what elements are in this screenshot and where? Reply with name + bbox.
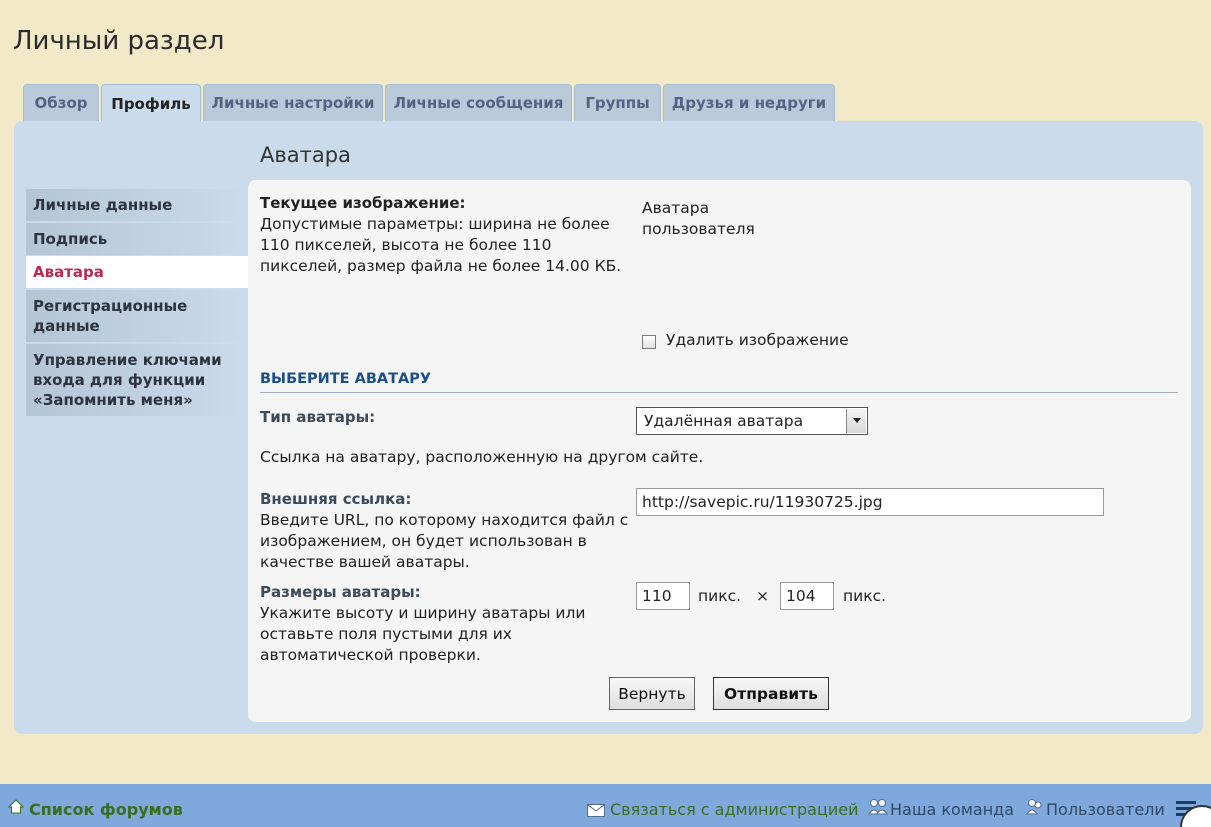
avatar-placeholder: Аватара пользователя (642, 199, 755, 238)
section-title: Аватара (260, 143, 351, 167)
submit-button[interactable]: Отправить (713, 677, 829, 710)
avatar-type-label: Тип аватары: (260, 408, 376, 426)
avatar-type-hint: Ссылка на аватару, расположенную на друг… (260, 448, 704, 466)
avatar-size-hint: Укажите высоту и ширину аватары или оста… (260, 604, 586, 664)
avatar-type-value: Удалённая аватара (644, 412, 804, 430)
height-unit-label: пикс. (843, 587, 887, 605)
section-divider (260, 392, 1178, 393)
external-url-hint: Введите URL, по которому находится файл … (260, 511, 629, 571)
sidebar-item-signature[interactable]: Подпись (26, 223, 248, 255)
chevron-down-icon[interactable] (846, 409, 866, 433)
reset-button[interactable]: Вернуть (609, 677, 695, 710)
users-icon (1025, 798, 1045, 820)
sidebar-item-avatar[interactable]: Аватара (26, 256, 248, 288)
team-link[interactable]: Наша команда (890, 800, 1014, 819)
footer-bar: Список форумов Связаться с администрацие… (0, 784, 1211, 827)
avatar-size-label: Размеры аватары: (260, 583, 421, 601)
sidebar-item-label: Регистрационные данные (33, 297, 188, 335)
current-image-hint: Допустимые параметры: ширина не более 11… (260, 215, 622, 275)
current-image-label: Текущее изображение: (260, 194, 466, 212)
external-url-input[interactable] (636, 488, 1104, 516)
times-sign: × (756, 587, 769, 605)
users-link[interactable]: Пользователи (1046, 800, 1165, 819)
sidebar-item-label: Подпись (33, 230, 108, 248)
sidebar-item-label: Управление ключами входа для функции «За… (33, 351, 222, 409)
choose-avatar-heading: ВЫБЕРИТЕ АВАТАРУ (260, 371, 432, 387)
delete-image-checkbox[interactable] (642, 335, 656, 349)
sidebar-item-label: Аватара (33, 263, 104, 281)
envelope-icon (587, 802, 605, 821)
tab-friends-foes[interactable]: Друзья и недруги (663, 84, 835, 121)
team-icon (868, 798, 888, 820)
sidebar-item-autologin-keys[interactable]: Управление ключами входа для функции «За… (26, 344, 248, 416)
avatar-type-select[interactable]: Удалённая аватара (636, 407, 868, 435)
page-title: Личный раздел (13, 26, 225, 56)
width-unit-label: пикс. (698, 587, 742, 605)
sidebar-item-label: Личные данные (33, 196, 173, 214)
delete-image-label[interactable]: Удалить изображение (666, 330, 849, 351)
tab-personal-settings[interactable]: Личные настройки (203, 84, 383, 121)
avatar-width-input[interactable] (636, 582, 690, 610)
tab-overview[interactable]: Обзор (23, 84, 99, 121)
tab-private-messages[interactable]: Личные сообщения (385, 84, 572, 121)
sidebar-item-registration[interactable]: Регистрационные данные (26, 290, 248, 342)
tab-groups[interactable]: Группы (574, 84, 661, 121)
avatar-height-input[interactable] (780, 582, 834, 610)
forum-list-link[interactable]: Список форумов (29, 800, 183, 819)
external-url-label: Внешняя ссылка: (260, 490, 412, 508)
home-icon[interactable] (7, 799, 25, 818)
sidebar-item-personal-data[interactable]: Личные данные (26, 189, 248, 221)
tab-profile[interactable]: Профиль (101, 84, 201, 122)
contact-admin-link[interactable]: Связаться с администрацией (610, 800, 858, 819)
